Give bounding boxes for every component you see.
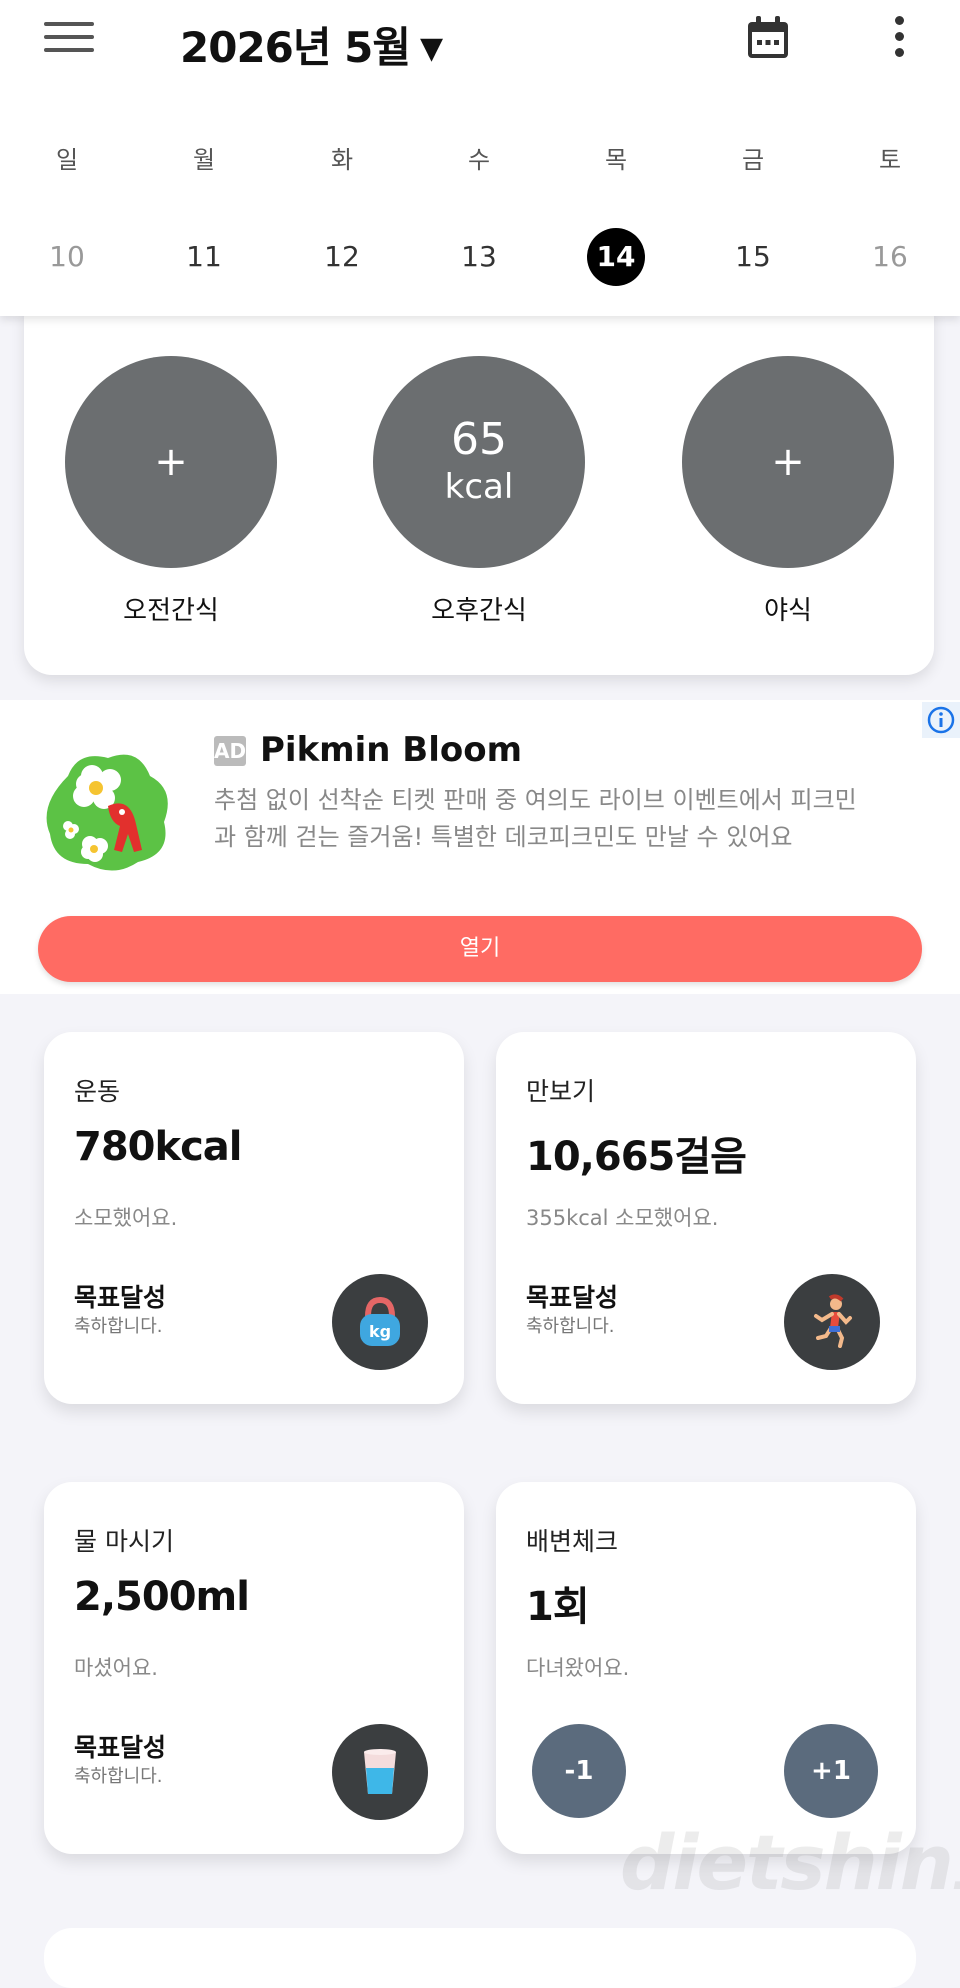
goal-achieved-label: 목표달성 xyxy=(74,1733,167,1762)
kettlebell-label: kg xyxy=(369,1322,391,1341)
day-14-selected[interactable]: 14 xyxy=(576,228,656,286)
meal-calories: 65 xyxy=(451,414,507,465)
plus-icon: + xyxy=(154,439,188,485)
plus-icon: + xyxy=(771,439,805,485)
goal-achieved-label: 목표달성 xyxy=(74,1283,167,1312)
weekday-label: 수 xyxy=(467,146,491,174)
bowel-count: 1회 xyxy=(526,1584,590,1630)
card-title: 운동 xyxy=(74,1077,121,1106)
meal-calories-unit: kcal xyxy=(444,467,514,507)
selected-day-label: 14 xyxy=(587,228,645,286)
water-cup-icon xyxy=(332,1724,428,1820)
add-morning-snack-button[interactable]: + xyxy=(65,356,277,568)
meal-morning-snack: + 오전간식 xyxy=(65,356,277,627)
weekday-label: 목 xyxy=(604,146,628,174)
ad-info-icon[interactable] xyxy=(922,702,960,738)
weekday-label: 금 xyxy=(741,146,765,174)
congrats-label: 축하합니다. xyxy=(74,1316,163,1337)
top-app-bar: 2026년 5월 ▼ 일 월 화 수 목 금 토 10 11 12 13 14 1… xyxy=(0,0,960,316)
decrement-button[interactable]: -1 xyxy=(532,1724,626,1818)
day-16[interactable]: 16 xyxy=(850,228,930,286)
weekday-label: 일 xyxy=(55,146,79,174)
day-11[interactable]: 11 xyxy=(164,228,244,286)
card-subtitle: 다녀왔어요. xyxy=(526,1656,630,1680)
step-count: 10,665걸음 xyxy=(526,1134,747,1180)
exercise-calories: 780kcal xyxy=(74,1124,243,1170)
ad-badge: AD xyxy=(214,736,246,766)
weekday-label: 월 xyxy=(192,146,216,174)
day-10[interactable]: 10 xyxy=(27,228,107,286)
month-selector[interactable]: 2026년 5월 ▼ xyxy=(180,14,443,75)
congrats-label: 축하합니다. xyxy=(74,1766,163,1787)
ad-title[interactable]: Pikmin Bloom xyxy=(260,730,522,770)
watermark: dietshin.com xyxy=(620,1818,960,1907)
bowel-check-card: 배변체크 1회 다녀왔어요. -1 +1 xyxy=(496,1482,916,1854)
card-subtitle: 마셨어요. xyxy=(74,1656,158,1680)
increment-button[interactable]: +1 xyxy=(784,1724,878,1818)
water-card[interactable]: 물 마시기 2,500ml 마셨어요. 목표달성 축하합니다. xyxy=(44,1482,464,1854)
afternoon-snack-button[interactable]: 65 kcal xyxy=(373,356,585,568)
pikmin-logo-icon[interactable] xyxy=(38,746,178,876)
meal-label: 오후간식 xyxy=(431,596,527,626)
goal-achieved-label: 목표달성 xyxy=(526,1283,619,1312)
day-15[interactable]: 15 xyxy=(713,228,793,286)
kettlebell-icon: kg xyxy=(332,1274,428,1370)
water-amount: 2,500ml xyxy=(74,1574,250,1620)
weekday-label: 화 xyxy=(330,146,354,174)
card-subtitle: 355kcal 소모했어요. xyxy=(526,1206,719,1230)
weekday-label: 토 xyxy=(878,146,902,174)
ad-description: 추첨 없이 선착순 티켓 판매 중 여의도 라이브 이벤트에서 피크민과 함께 … xyxy=(214,786,857,851)
card-subtitle: 소모했어요. xyxy=(74,1206,178,1230)
congrats-label: 축하합니다. xyxy=(526,1316,615,1337)
next-card-partial xyxy=(44,1928,916,1988)
more-options-icon[interactable] xyxy=(884,16,914,66)
watermark-brand: dietshin xyxy=(620,1818,954,1907)
watermark-suffix: .com xyxy=(952,1853,960,1899)
day-13[interactable]: 13 xyxy=(439,228,519,286)
exercise-card[interactable]: 운동 780kcal 소모했어요. 목표달성 축하합니다. kg xyxy=(44,1032,464,1404)
calendar-icon[interactable] xyxy=(744,14,792,62)
ad-open-button[interactable]: 열기 xyxy=(38,916,922,982)
week-day-row: 10 11 12 13 14 15 16 xyxy=(0,228,960,286)
hamburger-menu-icon[interactable] xyxy=(44,22,94,60)
meal-afternoon-snack: 65 kcal 오후간식 xyxy=(373,356,585,627)
card-title: 만보기 xyxy=(526,1077,596,1106)
weekday-row: 일 월 화 수 목 금 토 xyxy=(0,140,960,190)
runner-icon xyxy=(784,1274,880,1370)
card-title: 물 마시기 xyxy=(74,1527,174,1556)
meal-late-night: + 야식 xyxy=(682,356,894,627)
card-title: 배변체크 xyxy=(526,1527,619,1556)
dropdown-arrow-icon: ▼ xyxy=(420,31,443,66)
meal-label: 야식 xyxy=(764,596,812,626)
day-12[interactable]: 12 xyxy=(302,228,382,286)
pedometer-card[interactable]: 만보기 10,665걸음 355kcal 소모했어요. 목표달성 축하합니다. xyxy=(496,1032,916,1404)
meal-label: 오전간식 xyxy=(123,596,219,626)
snack-meal-card: + 오전간식 65 kcal 오후간식 + 야식 xyxy=(24,290,934,675)
add-late-night-snack-button[interactable]: + xyxy=(682,356,894,568)
month-title: 2026년 5월 xyxy=(180,23,411,72)
ad-banner: AD Pikmin Bloom 추첨 없이 선착순 티켓 판매 중 여의도 라이… xyxy=(0,700,960,994)
